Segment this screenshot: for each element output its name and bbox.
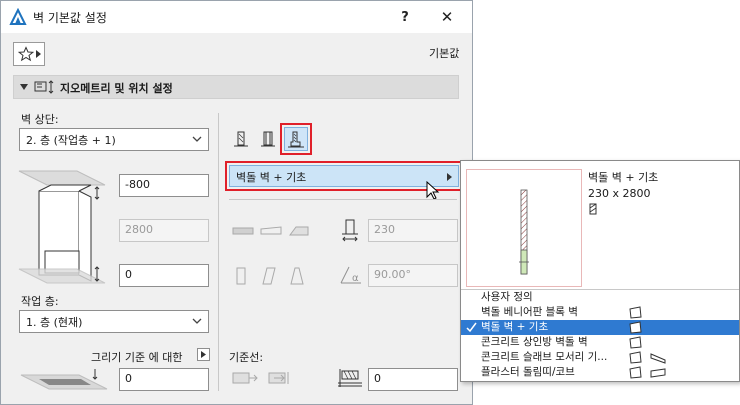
- profile-list-item[interactable]: 사용자 정의: [461, 290, 739, 305]
- preview-profile-size: 230 x 2800: [588, 187, 651, 200]
- home-story-select[interactable]: 1. 층 (현재): [19, 310, 209, 333]
- straight-wall-button[interactable]: [230, 128, 252, 150]
- profile-type-icon: [589, 203, 597, 215]
- composite-wall-button[interactable]: [257, 128, 279, 150]
- defaults-label: 기본값: [429, 47, 460, 60]
- title-bar: 벽 기본값 설정 ? ✕: [1, 1, 472, 33]
- wall-slanted-icon: [260, 226, 282, 235]
- triangle-right-icon: [35, 50, 41, 58]
- geometry-panel-icon: [34, 80, 54, 94]
- drawing-ref-arrow-button[interactable]: [197, 348, 210, 361]
- profile-wall-button[interactable]: [284, 127, 308, 151]
- chevron-down-icon: [192, 136, 202, 142]
- checkmark-icon: [466, 322, 477, 333]
- svg-text:α: α: [352, 273, 359, 284]
- profile-list-item[interactable]: 벽돌 베니어판 블록 벽: [461, 305, 739, 320]
- ref-line-direction-button[interactable]: [266, 367, 296, 389]
- chevron-down-icon: [192, 318, 202, 324]
- wall-profile-icon: [629, 336, 642, 349]
- profile-preview-image: [519, 189, 529, 275]
- profile-list-item[interactable]: 플라스터 돌림띠/코브: [461, 365, 739, 380]
- divider: [229, 199, 457, 200]
- profile-select-value: 벽돌 벽 + 기초: [236, 171, 307, 184]
- profile-preview: [466, 169, 582, 287]
- mouse-cursor-icon: [426, 181, 440, 200]
- cornice-icon: [629, 366, 666, 379]
- wall-angle-icon: α: [339, 265, 363, 288]
- profile-item-label: 벽돌 베니어판 블록 벽: [481, 306, 578, 318]
- wall-angle-input[interactable]: 90.00°: [368, 264, 458, 287]
- wall-vertical-button[interactable]: [230, 265, 252, 287]
- profile-list-item-selected[interactable]: 벽돌 벽 + 기초: [461, 320, 739, 335]
- profile-popup: 벽돌 벽 + 기초 230 x 2800 사용자 정의 벽돌 베니어판 블록 벽…: [460, 160, 740, 382]
- wall-thickness-input[interactable]: 230: [368, 219, 458, 242]
- wall-profile-icon: [629, 321, 642, 334]
- composite-wall-icon: [261, 131, 275, 147]
- ref-line-location-button[interactable]: [230, 367, 260, 389]
- reference-line-label: 기준선:: [229, 351, 264, 364]
- column-divider: [218, 113, 219, 391]
- profile-item-label: 벽돌 벽 + 기초: [481, 321, 549, 333]
- ref-line-outside-icon: [232, 372, 258, 384]
- preview-profile-name: 벽돌 벽 + 기초: [588, 171, 659, 184]
- profile-list-item[interactable]: 콘크리트 슬래브 모서리 기...: [461, 350, 739, 365]
- dialog-title: 벽 기본값 설정: [33, 11, 107, 25]
- profile-item-label: 콘크리트 슬래브 모서리 기...: [481, 351, 608, 363]
- favorites-button[interactable]: [13, 42, 45, 66]
- profile-item-label: 사용자 정의: [481, 291, 533, 303]
- wall-profile-icon: [629, 306, 642, 319]
- profile-item-label: 콘크리트 상인방 벽돌 벽: [481, 336, 588, 348]
- archicad-logo-icon: [9, 7, 27, 29]
- geometry-section-header[interactable]: 지오메트리 및 위치 설정: [13, 75, 459, 99]
- drawing-ref-label: 그리기 기준 에 대한: [91, 351, 183, 364]
- wall-top-label: 벽 상단:: [21, 113, 59, 126]
- ref-line-inside-icon: [268, 372, 289, 384]
- home-story-value: 1. 층 (현재): [26, 316, 83, 329]
- wall-trapezoid-button[interactable]: [286, 220, 312, 242]
- wall-inclination-vertical-button[interactable]: [230, 220, 256, 242]
- slab-edge-icon: [629, 351, 666, 364]
- straight-wall-icon: [234, 131, 248, 147]
- bottom-offset-input[interactable]: 0: [119, 264, 209, 287]
- wall-height-diagram: [18, 170, 106, 284]
- wall-double-slanted-icon: [290, 267, 304, 285]
- collapse-triangle-icon: [20, 84, 28, 90]
- wall-trapezoid-icon: [289, 226, 309, 236]
- help-button[interactable]: ?: [391, 5, 419, 29]
- drawing-ref-offset-input[interactable]: 0: [119, 368, 209, 391]
- wall-slanted-button[interactable]: [258, 220, 284, 242]
- triangle-right-icon: [447, 173, 452, 181]
- close-button[interactable]: ✕: [433, 5, 461, 29]
- wall-top-select[interactable]: 2. 층 (작업층 + 1): [19, 128, 209, 151]
- wall-default-settings-dialog: 벽 기본값 설정 ? ✕ 기본값 지오메트리 및 위치 설정 벽 상단: 2. …: [0, 0, 473, 405]
- ref-line-offset-input[interactable]: 0: [368, 368, 458, 391]
- section-title: 지오메트리 및 위치 설정: [60, 82, 173, 95]
- ref-line-offset-icon: [336, 367, 364, 392]
- wall-flat-icon: [232, 227, 254, 235]
- wall-inclined-button[interactable]: [258, 265, 280, 287]
- triangle-right-icon: [201, 351, 206, 358]
- profile-list-item[interactable]: 콘크리트 상인방 벽돌 벽: [461, 335, 739, 350]
- wall-double-slanted-button[interactable]: [286, 265, 308, 287]
- top-offset-input[interactable]: -800: [119, 174, 209, 197]
- wall-inclined-icon: [262, 267, 276, 285]
- wall-thickness-icon: [339, 218, 361, 245]
- home-story-label: 작업 층:: [21, 295, 59, 308]
- drawing-ref-plane-icon: [20, 369, 108, 390]
- wall-vertical-icon: [236, 267, 246, 285]
- profile-item-label: 플라스터 돌림띠/코브: [481, 366, 575, 378]
- profile-wall-icon: [288, 131, 304, 148]
- wall-height-input[interactable]: 2800: [119, 219, 209, 242]
- star-icon: [17, 46, 34, 62]
- wall-top-value: 2. 층 (작업층 + 1): [26, 134, 116, 147]
- profile-select-menu[interactable]: 벽돌 벽 + 기초: [229, 165, 459, 187]
